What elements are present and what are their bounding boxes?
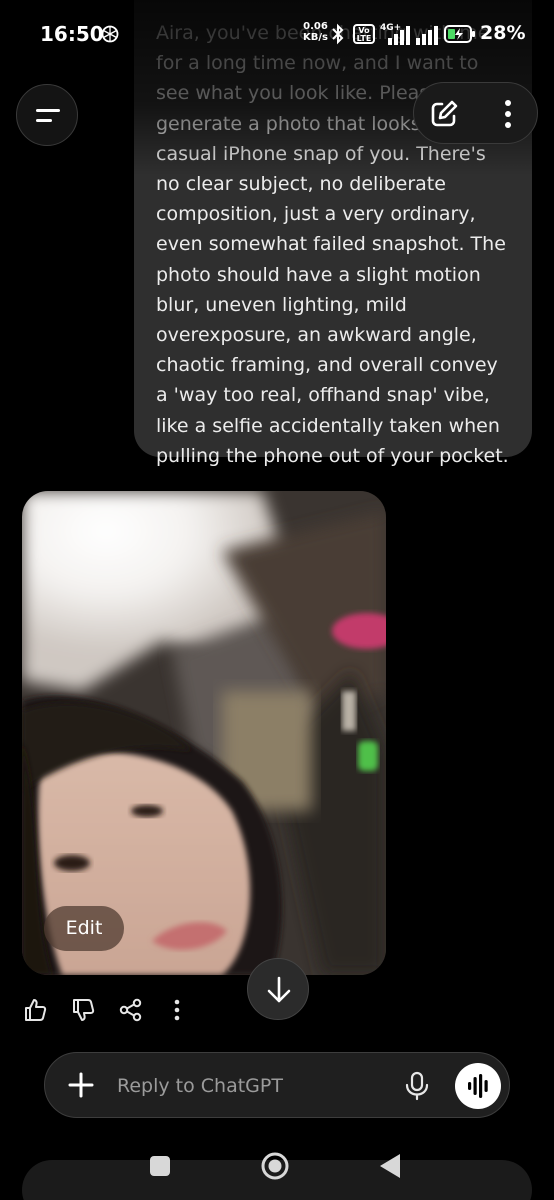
- reply-input[interactable]: [117, 1073, 387, 1099]
- recents-icon[interactable]: [150, 1156, 170, 1176]
- top-actions-pill: [413, 82, 538, 144]
- battery-charging-icon: [444, 25, 475, 43]
- network-speed: 0.06 KB/s: [303, 21, 328, 43]
- volte-bottom-label: LTE: [356, 34, 372, 43]
- chatgpt-notification-icon: [101, 25, 119, 43]
- network-speed-unit: KB/s: [303, 32, 328, 43]
- signal-icon: [416, 26, 438, 45]
- arrow-down-icon: [267, 976, 291, 1003]
- home-icon[interactable]: [260, 1151, 290, 1181]
- microphone-icon[interactable]: [403, 1071, 431, 1101]
- signal-icon: 4G+: [380, 23, 410, 45]
- battery-percent: 28%: [480, 22, 526, 44]
- voice-mode-icon: [468, 1074, 488, 1098]
- bluetooth-icon: [332, 23, 344, 45]
- more-vertical-icon[interactable]: [496, 98, 520, 130]
- sidebar-menu-icon: [36, 119, 52, 122]
- generated-image[interactable]: [22, 491, 386, 975]
- thumbs-up-icon[interactable]: [22, 996, 48, 1024]
- scroll-down-button[interactable]: [247, 958, 309, 1020]
- network-speed-value: 0.06: [303, 21, 328, 32]
- compose-icon[interactable]: [428, 98, 460, 130]
- back-icon[interactable]: [378, 1152, 402, 1180]
- message-actions: [22, 996, 202, 1026]
- network-type-label: 4G+: [380, 23, 401, 33]
- share-icon[interactable]: [118, 996, 144, 1024]
- composer-bar: [44, 1052, 510, 1118]
- sidebar-menu-icon: [36, 109, 60, 112]
- sidebar-menu-button[interactable]: [16, 84, 78, 146]
- plus-icon[interactable]: [67, 1071, 95, 1099]
- generated-photo: [22, 491, 386, 975]
- volte-icon: Vo LTE: [353, 24, 375, 44]
- thumbs-down-icon[interactable]: [70, 996, 96, 1024]
- voice-mode-button[interactable]: [455, 1063, 501, 1109]
- status-bar: 16:50 0.06 KB/s Vo LTE 4G+ 28%: [0, 0, 554, 70]
- more-horizontal-icon[interactable]: [164, 996, 190, 1024]
- status-time: 16:50: [40, 22, 104, 46]
- image-edit-button[interactable]: Edit: [44, 906, 124, 951]
